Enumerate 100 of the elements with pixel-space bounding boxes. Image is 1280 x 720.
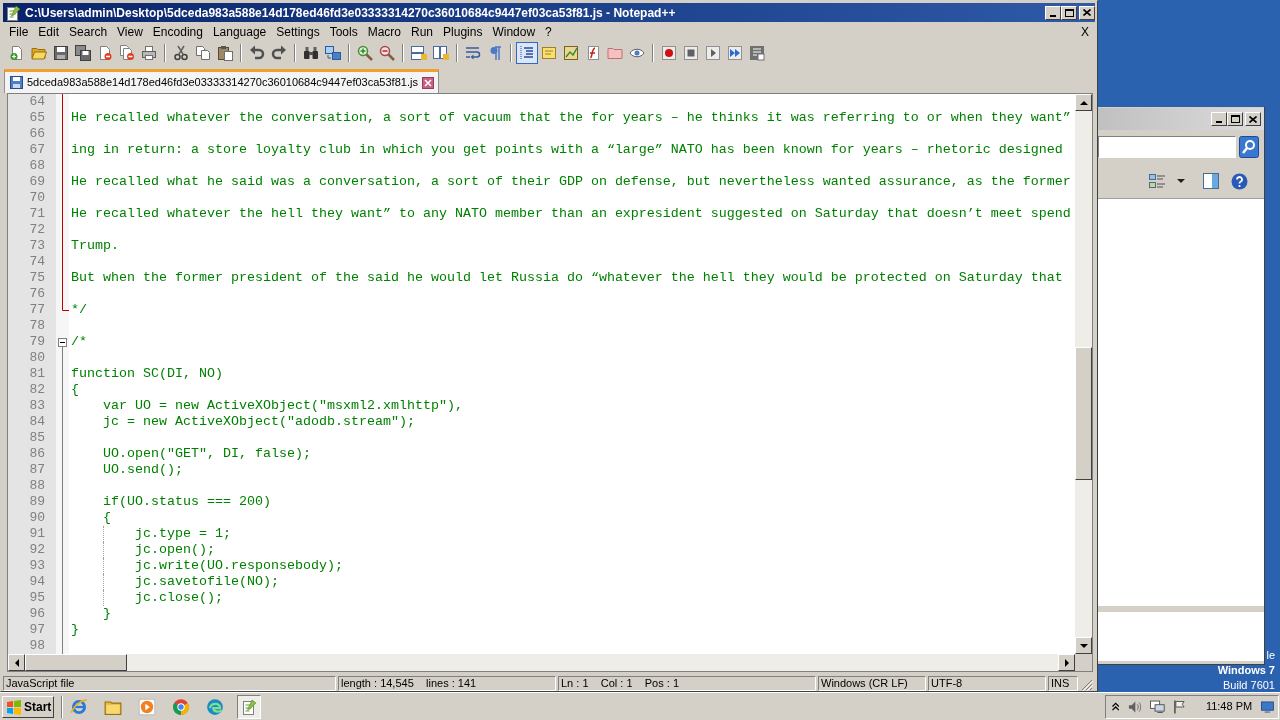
up-arrow-icon: [1079, 100, 1088, 105]
code-line: jc.write(UO.responsebody);: [71, 558, 343, 574]
close-document-button[interactable]: X: [1081, 23, 1089, 41]
line-number: 84: [28, 414, 46, 430]
left-arrow-icon: [14, 658, 19, 667]
window-pair-icon[interactable]: [433, 45, 449, 61]
view-options-icon[interactable]: [1149, 173, 1165, 189]
tab-close-icon[interactable]: [421, 76, 434, 89]
minimize-button[interactable]: [1045, 5, 1061, 20]
redo-icon[interactable]: [271, 45, 287, 61]
code-line: jc.savetofile(NO);: [71, 574, 279, 590]
line-number: 65: [28, 110, 46, 126]
menu-item[interactable]: Plugins: [438, 23, 488, 41]
line-number: 91: [28, 526, 46, 542]
menu-item[interactable]: Language: [207, 23, 272, 41]
pilcrow-icon[interactable]: [487, 45, 503, 61]
menu-item[interactable]: Run: [406, 23, 439, 41]
open-folder-icon[interactable]: [31, 45, 47, 61]
menu-item[interactable]: File: [4, 23, 34, 41]
close-all-icon[interactable]: [119, 45, 135, 61]
scroll-left-button[interactable]: [8, 654, 25, 671]
note-icon[interactable]: [541, 45, 557, 61]
scroll-thumb[interactable]: [1075, 347, 1092, 480]
fast-forward-icon[interactable]: [727, 45, 743, 61]
code-line: if(UO.status === 200): [102, 494, 271, 510]
undo-icon[interactable]: [249, 45, 265, 61]
zoom-out-icon[interactable]: [379, 45, 395, 61]
save-icon[interactable]: [53, 45, 69, 61]
flag-icon[interactable]: [1173, 699, 1185, 714]
menu-item[interactable]: Encoding: [147, 23, 208, 41]
map-icon[interactable]: [563, 45, 579, 61]
copy-icon[interactable]: [195, 45, 211, 61]
close-button[interactable]: [1245, 112, 1261, 126]
line-number: 97: [28, 622, 46, 638]
chevron-up-icon[interactable]: [1112, 702, 1120, 711]
scroll-down-button[interactable]: [1075, 637, 1092, 654]
zoom-in-icon[interactable]: [357, 45, 373, 61]
clipboard-icon[interactable]: [217, 45, 233, 61]
play-icon[interactable]: [705, 45, 721, 61]
start-button[interactable]: Start: [2, 695, 54, 718]
record-icon[interactable]: [661, 45, 677, 61]
play-circle-icon[interactable]: [138, 697, 156, 716]
menu-item[interactable]: Edit: [33, 23, 65, 41]
minimize-button[interactable]: [1211, 112, 1227, 126]
network-icon[interactable]: [1150, 699, 1165, 714]
line-number: 68: [28, 158, 46, 174]
tricolor-circle-icon[interactable]: [172, 697, 190, 716]
window-pair-icon[interactable]: [411, 45, 427, 61]
function-list-icon[interactable]: [585, 45, 601, 61]
maximize-button[interactable]: [1061, 5, 1077, 20]
search-icon[interactable]: [1239, 136, 1259, 158]
line-number: 79: [28, 334, 46, 350]
menu-item[interactable]: Window: [487, 23, 541, 41]
code-line: var UO = new ActiveXObject("msxml2.xmlhttp"),: [102, 398, 463, 414]
menu-item[interactable]: Tools: [324, 23, 363, 41]
menu-item[interactable]: Macro: [362, 23, 406, 41]
notepad-icon[interactable]: [237, 694, 261, 719]
scroll-thumb[interactable]: [25, 654, 127, 671]
caret-icon[interactable]: [1177, 179, 1185, 183]
line-number: 87: [28, 462, 46, 478]
scissors-icon[interactable]: [173, 45, 189, 61]
fold-end-icon: [62, 302, 69, 311]
line-number: 73: [28, 238, 46, 254]
close-button[interactable]: [1079, 5, 1095, 20]
save-all-icon[interactable]: [75, 45, 91, 61]
size-grip-icon[interactable]: [1081, 679, 1093, 691]
code-line: He recalled what he said was a conversation, a sort of their GDP on defense, but nevertheless wanted assurance, as the former: [71, 174, 1071, 190]
stop-icon[interactable]: [683, 45, 699, 61]
printer-icon[interactable]: [141, 45, 157, 61]
ring-orbit-icon[interactable]: [70, 697, 88, 716]
line-number: 70: [28, 190, 46, 206]
fold-toggle-icon[interactable]: [58, 338, 67, 350]
menu-item[interactable]: ?: [540, 23, 557, 41]
line-number: 96: [28, 606, 46, 622]
preview-pane-icon[interactable]: [1203, 173, 1219, 189]
line-number: 76: [28, 286, 46, 302]
new-file-icon[interactable]: [9, 45, 25, 61]
menu-item[interactable]: View: [112, 23, 148, 41]
speaker-icon[interactable]: [1128, 699, 1142, 714]
line-number: 71: [28, 206, 46, 222]
replace-icon[interactable]: [325, 45, 341, 61]
line-number: 69: [28, 174, 46, 190]
close-file-icon[interactable]: [97, 45, 113, 61]
close-icon: [1249, 115, 1257, 123]
maximize-button[interactable]: [1227, 112, 1243, 126]
word-wrap-icon[interactable]: [465, 45, 481, 61]
save-macro-icon[interactable]: [749, 45, 765, 61]
menu-item[interactable]: Search: [64, 23, 113, 41]
search-field[interactable]: [1098, 136, 1236, 158]
menu-item[interactable]: Settings: [271, 23, 325, 41]
clock[interactable]: 11:48 PM: [1205, 698, 1253, 715]
show-desktop-icon[interactable]: [1261, 700, 1274, 713]
scroll-up-button[interactable]: [1075, 94, 1092, 111]
binoculars-icon[interactable]: [303, 45, 319, 61]
scroll-right-button[interactable]: [1058, 654, 1075, 671]
indent-guide-icon[interactable]: [516, 42, 538, 64]
code-line: function SC(DI, NO): [71, 366, 223, 382]
file-tab[interactable]: 5dceda983a588e14d178ed46fd3e03333314270c36010684c9447ef03ca53f81.js: [4, 69, 439, 93]
help-icon[interactable]: [1231, 172, 1248, 190]
line-number: 92: [28, 542, 46, 558]
